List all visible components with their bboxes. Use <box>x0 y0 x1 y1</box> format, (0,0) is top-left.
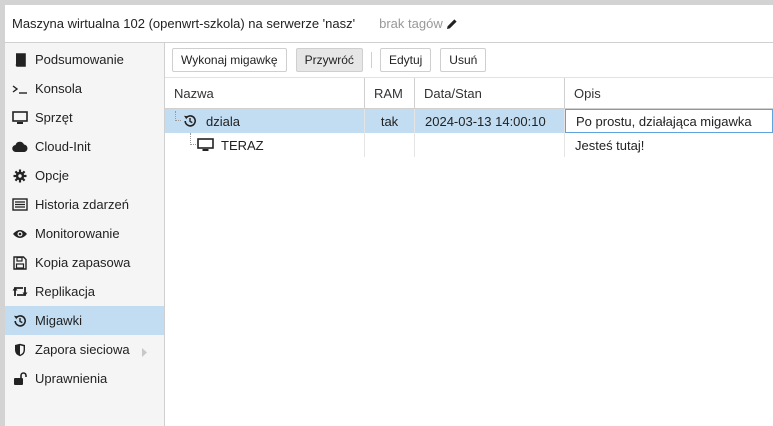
snapshot-date-cell: 2024-03-13 14:00:10 <box>415 109 565 133</box>
terminal-icon <box>12 81 28 97</box>
monitor-icon <box>197 138 214 152</box>
sidebar-item-label: Opcje <box>35 168 69 183</box>
column-header-description[interactable]: Opis <box>565 78 773 108</box>
column-header-name[interactable]: Nazwa <box>165 78 365 108</box>
unlock-icon <box>12 371 28 387</box>
sidebar-item-uprawnienia[interactable]: Uprawnienia <box>5 364 164 393</box>
sidebar-item-opcje[interactable]: Opcje <box>5 161 164 190</box>
book-icon <box>12 52 28 68</box>
snapshot-name-cell: dziala <box>165 109 365 133</box>
history-icon <box>183 114 197 128</box>
sidebar-item-zapora-sieciowa[interactable]: Zapora sieciowa <box>5 335 164 364</box>
snapshot-tree: dziala tak 2024-03-13 14:00:10 Po prostu… <box>165 109 773 157</box>
sidebar-item-kopia-zapasowa[interactable]: Kopia zapasowa <box>5 248 164 277</box>
toolbar: Wykonaj migawkę Przywróć Edytuj Usuń <box>165 43 773 78</box>
sidebar-item-label: Konsola <box>35 81 82 96</box>
sidebar-item-label: Kopia zapasowa <box>35 255 131 270</box>
cloud-icon <box>12 139 28 155</box>
retweet-icon <box>12 284 28 300</box>
sidebar-item-historia-zdarzen[interactable]: Historia zdarzeń <box>5 190 164 219</box>
sidebar-item-migawki[interactable]: Migawki <box>5 306 164 335</box>
sidebar-item-label: Podsumowanie <box>35 52 124 67</box>
sidebar-item-konsola[interactable]: Konsola <box>5 74 164 103</box>
tags-label: brak tagów <box>379 16 443 31</box>
snapshot-description-cell: Po prostu, działająca migawka <box>565 109 773 133</box>
snapshot-ram-cell: tak <box>365 109 415 133</box>
tree-connector <box>175 111 181 121</box>
sidebar-item-label: Zapora sieciowa <box>35 342 130 357</box>
grid-header: Nazwa RAM Data/Stan Opis <box>165 78 773 109</box>
rollback-button[interactable]: Przywróć <box>295 48 363 72</box>
sidebar-item-cloud-init[interactable]: Cloud-Init <box>5 132 164 161</box>
tags-area[interactable]: brak tagów <box>379 16 458 31</box>
sidebar-item-label: Cloud-Init <box>35 139 91 154</box>
sidebar-item-label: Migawki <box>35 313 82 328</box>
page-header: Maszyna wirtualna 102 (openwrt-szkola) n… <box>5 5 773 43</box>
sidebar-item-label: Replikacja <box>35 284 95 299</box>
chevron-right-icon[interactable] <box>142 345 148 360</box>
snapshot-panel: Wykonaj migawkę Przywróć Edytuj Usuń Naz… <box>165 43 773 426</box>
remove-button[interactable]: Usuń <box>440 48 487 72</box>
sidebar-item-replikacja[interactable]: Replikacja <box>5 277 164 306</box>
sidebar-item-sprzet[interactable]: Sprzęt <box>5 103 164 132</box>
snapshot-name: dziala <box>206 113 240 129</box>
list-icon <box>12 197 28 213</box>
sidebar-item-podsumowanie[interactable]: Podsumowanie <box>5 45 164 74</box>
sidebar-item-label: Historia zdarzeń <box>35 197 129 212</box>
snapshot-name: TERAZ <box>221 137 264 153</box>
column-header-ram[interactable]: RAM <box>365 78 415 108</box>
snapshot-date-cell <box>415 133 565 157</box>
sidebar-item-label: Sprzęt <box>35 110 73 125</box>
toolbar-separator <box>370 52 372 68</box>
history-icon <box>12 313 28 329</box>
edit-button[interactable]: Edytuj <box>379 48 432 72</box>
sidebar-item-monitorowanie[interactable]: Monitorowanie <box>5 219 164 248</box>
table-row[interactable]: dziala tak 2024-03-13 14:00:10 Po prostu… <box>165 109 773 133</box>
table-row[interactable]: TERAZ Jesteś tutaj! <box>165 133 773 157</box>
column-header-date[interactable]: Data/Stan <box>415 78 565 108</box>
page-title: Maszyna wirtualna 102 (openwrt-szkola) n… <box>12 16 356 31</box>
floppy-icon <box>12 255 28 271</box>
snapshot-description-cell: Jesteś tutaj! <box>575 137 645 153</box>
monitor-icon <box>12 110 28 126</box>
tree-connector <box>190 133 196 145</box>
sidebar-item-label: Monitorowanie <box>35 226 120 241</box>
sidebar: Podsumowanie Konsola Sprzęt Cloud-Init O… <box>5 43 165 426</box>
gear-icon <box>12 168 28 184</box>
snapshot-ram-cell <box>365 133 415 157</box>
sidebar-item-label: Uprawnienia <box>35 371 108 386</box>
pencil-icon[interactable] <box>446 18 458 30</box>
shield-icon <box>12 342 28 358</box>
take-snapshot-button[interactable]: Wykonaj migawkę <box>172 48 287 72</box>
eye-icon <box>12 226 28 242</box>
